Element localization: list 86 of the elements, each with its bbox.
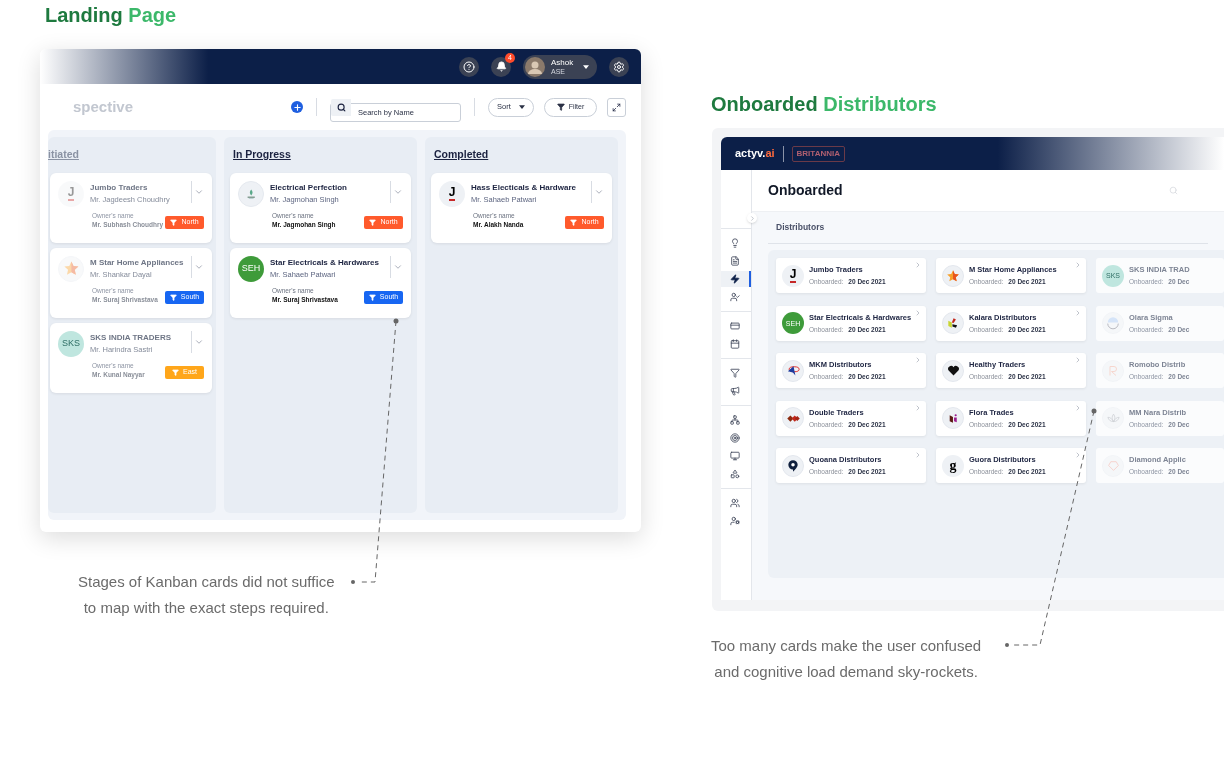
sidebar-item[interactable] <box>721 271 751 287</box>
lotus-logo <box>1102 407 1124 429</box>
bell-icon <box>495 61 507 72</box>
chevron-right-icon[interactable] <box>1074 261 1082 269</box>
caption: Stages of Kanban cards did not suffice to map with the exact steps required. <box>78 572 335 618</box>
column-title: itiated <box>48 147 80 162</box>
company-name: Electrical Perfection <box>270 181 347 194</box>
star-logo <box>58 255 84 282</box>
filter-icon <box>169 293 177 301</box>
chevron-right-icon[interactable] <box>914 451 922 459</box>
page-title: Onboarded <box>768 181 843 200</box>
filter-icon <box>172 368 179 376</box>
initials-logo: SKS <box>58 330 84 357</box>
bolt-icon <box>730 274 740 284</box>
column-title: Completed <box>433 147 490 162</box>
brand-logo: actyv.ai <box>735 146 775 162</box>
caret-icon <box>583 64 589 69</box>
shapes-icon <box>730 469 740 479</box>
card-icon <box>730 321 740 331</box>
company-name: M Star Home Appliances <box>90 256 184 269</box>
user-check-icon <box>730 292 740 302</box>
star-logo <box>942 264 964 287</box>
company-name: Star Electricals & Hardwares <box>270 256 379 269</box>
column-title: In Progress <box>232 147 292 162</box>
leaf-logo <box>942 312 964 334</box>
search-icon <box>336 102 346 112</box>
megaphone-icon <box>730 386 740 396</box>
tab[interactable]: Distributors <box>768 221 825 234</box>
chevron-right-icon[interactable] <box>914 261 922 269</box>
caption: Too many cards make the user confused and cognitive load demand sky-rockets. <box>711 636 982 682</box>
diamonds-logo <box>782 407 804 429</box>
chevron-right-icon[interactable] <box>1074 451 1082 459</box>
company-name: Jumbo Traders <box>90 181 148 194</box>
filter-icon <box>369 218 377 226</box>
settings-button[interactable] <box>609 56 629 77</box>
chevron-right-icon[interactable] <box>1074 356 1082 364</box>
bird-logo <box>782 359 804 382</box>
filter-icon <box>170 218 178 226</box>
settings-icon <box>613 60 625 73</box>
hierarchy-icon <box>730 415 740 425</box>
letter-logo: g <box>942 454 964 477</box>
initials-logo: SEH <box>238 255 264 282</box>
leaf-seal-logo <box>238 180 264 207</box>
pin-logo <box>782 454 804 477</box>
heart-outline-logo <box>1102 454 1124 477</box>
letter-logo: J <box>439 180 465 207</box>
avatar <box>525 56 545 77</box>
filter-icon <box>368 293 376 301</box>
partner-logo: BRITANNIA <box>791 145 845 162</box>
help-button[interactable] <box>459 56 479 77</box>
letter-logo: J <box>58 180 84 207</box>
monogram-logo <box>1102 359 1124 382</box>
letter-logo: J <box>782 264 804 287</box>
target-icon <box>730 433 740 443</box>
page-title: spective <box>73 96 134 117</box>
chevron-right-icon[interactable] <box>914 356 922 364</box>
plus-icon <box>292 102 302 112</box>
chevron-right-icon <box>748 214 756 222</box>
heart-logo <box>942 359 964 382</box>
collapse-handle[interactable] <box>747 213 757 223</box>
users-icon <box>730 498 740 508</box>
expand-icon <box>612 102 621 112</box>
section-heading: Landing Page <box>45 3 177 28</box>
user-settings-icon <box>730 516 740 526</box>
chevron-right-icon[interactable] <box>914 308 922 317</box>
section-heading: Onboarded Distributors <box>711 92 937 117</box>
filter-icon <box>730 368 740 378</box>
chevron-right-icon[interactable] <box>1074 403 1082 412</box>
arc-logo <box>1102 312 1124 334</box>
search-button[interactable] <box>331 98 351 116</box>
chevron-right-icon[interactable] <box>914 403 922 412</box>
chevron-right-icon[interactable] <box>1074 308 1082 317</box>
user-name: Ashok <box>551 58 574 67</box>
lightbulb-icon <box>730 238 740 248</box>
company-name: SKS INDIA TRADERS <box>90 331 172 344</box>
caret-icon <box>518 105 525 109</box>
flower-logo <box>942 407 964 429</box>
calendar-icon <box>730 339 740 349</box>
document-icon <box>730 256 740 266</box>
add-button[interactable] <box>291 101 303 113</box>
company-name: Hass Electicals & Hardware <box>471 181 576 194</box>
expand-button[interactable] <box>607 97 626 117</box>
filter-icon <box>570 218 578 226</box>
monitor-icon <box>730 451 740 461</box>
help-icon <box>463 60 475 73</box>
filter-icon <box>556 103 565 111</box>
